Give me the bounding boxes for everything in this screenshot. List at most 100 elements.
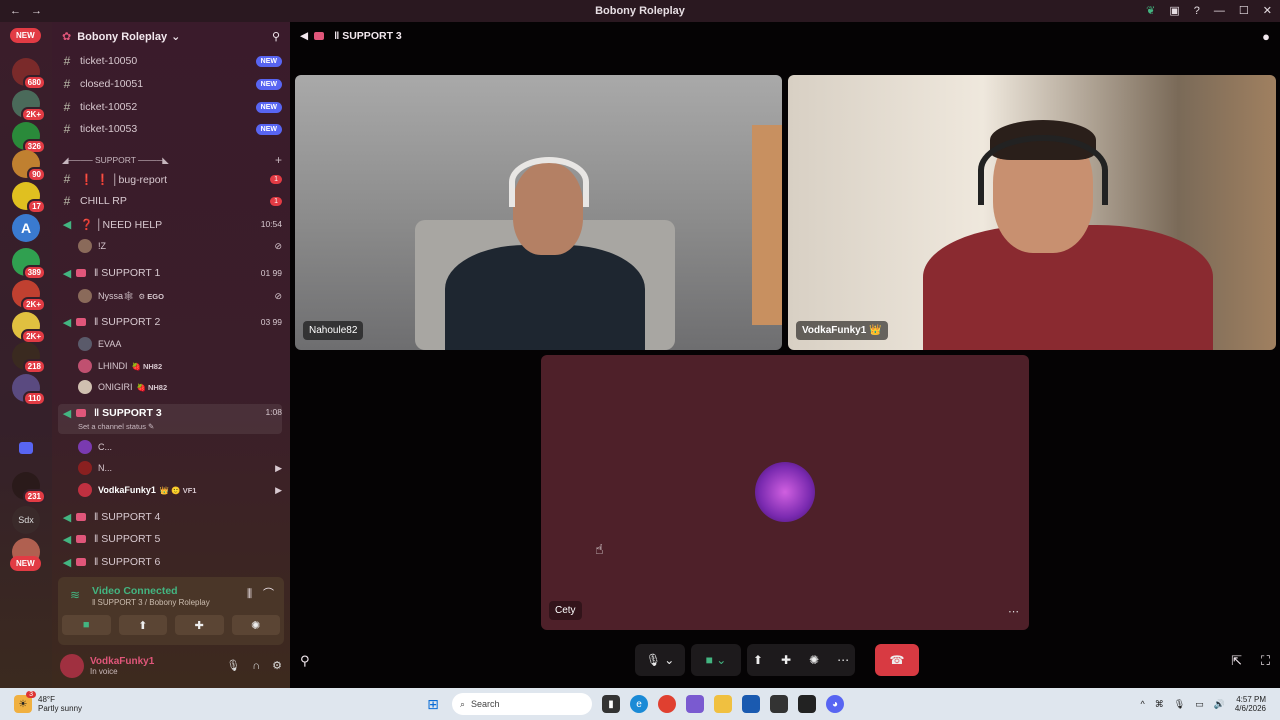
server-icon[interactable]: 2K+ [12, 312, 46, 344]
voice-member[interactable]: !Z ⊘ [78, 236, 282, 256]
server-icon[interactable]: 2K+ [12, 90, 46, 122]
add-channel-icon[interactable]: + [275, 153, 282, 167]
voice-member[interactable]: ONIGIRI 🍓 NH82 [78, 377, 282, 397]
server-icon[interactable]: 326 [12, 122, 46, 154]
activities-button[interactable]: ✚ [175, 615, 224, 635]
inbox-icon[interactable]: ▣ [1169, 5, 1179, 17]
copilot-icon[interactable] [686, 695, 704, 713]
voice-channel-need-help[interactable]: ◀ ❓ │NEED HELP 10:54 [58, 214, 282, 234]
minimize-icon[interactable]: — [1214, 5, 1225, 17]
voice-channel-support-1[interactable]: ◀ ‖ SUPPORT 1 01 99 [58, 263, 282, 283]
server-icon[interactable]: 17 [12, 182, 46, 214]
voice-member[interactable]: LHINDI 🍓 NH82 [78, 356, 282, 376]
mute-button[interactable]: 🎙 ⌄ [635, 644, 685, 676]
channel-ticket-10050[interactable]: # ticket-10050 NEW [58, 51, 282, 71]
more-icon[interactable]: ⋯ [837, 653, 849, 667]
chrome-icon[interactable] [658, 695, 676, 713]
channel-closed-10051[interactable]: # closed-10051 NEW [58, 74, 282, 94]
server-icon[interactable]: A [12, 214, 40, 242]
server-icon-sdx[interactable]: Sdx [12, 506, 40, 534]
help-icon[interactable]: ? [1194, 5, 1200, 17]
server-icon[interactable]: 2K+ [12, 280, 46, 312]
weather-widget[interactable]: ☀ 3 48°F Partly sunny [14, 691, 174, 713]
app-icon[interactable] [798, 695, 816, 713]
server-icon[interactable]: 231 [12, 472, 46, 504]
clock[interactable]: 4:57 PM 4/6/2026 [1235, 695, 1266, 713]
channel-emoji-icon [76, 409, 86, 417]
folder-icon[interactable] [19, 442, 33, 454]
camera-toggle-button[interactable]: ■ ⌄ [691, 644, 741, 676]
disconnect-icon[interactable]: ⌒ [263, 589, 274, 600]
fullscreen-icon[interactable]: ⛶ [1261, 654, 1270, 667]
weather-temp: 48°F [38, 695, 55, 704]
soundboard-icon[interactable]: ✺ [809, 653, 819, 667]
voice-member[interactable]: C... [78, 437, 282, 457]
invite-icon[interactable]: ⚲ [300, 654, 310, 667]
server-icon[interactable]: 218 [12, 342, 46, 374]
volume-icon[interactable]: 🔊 [1214, 699, 1225, 710]
weather-desc: Partly sunny [38, 704, 83, 713]
chat-icon[interactable]: ● [1262, 30, 1270, 43]
user-info[interactable]: VodkaFunky1 In voice [84, 656, 154, 676]
screen-share-button[interactable]: ⬆ [118, 615, 167, 635]
windows-start-icon[interactable]: ⊞ [424, 695, 442, 713]
voice-status: Video Connected [92, 585, 178, 597]
app-icon[interactable] [770, 695, 788, 713]
channel-chill-rp[interactable]: # CHILL RP 1 [58, 191, 282, 211]
avatar [78, 380, 92, 394]
display-icon[interactable]: ▭ [1195, 699, 1204, 710]
server-icon[interactable]: 90 [12, 150, 46, 182]
signal-icon[interactable]: ≋ [70, 589, 80, 601]
voice-member[interactable]: EVAA [78, 334, 282, 354]
discord-icon[interactable]: ◕ [826, 695, 844, 713]
microphone-icon[interactable]: 🎙 [226, 660, 240, 672]
maximize-icon[interactable]: ☐ [1239, 5, 1249, 17]
voice-member[interactable]: Nyssa🕸 ⚙ EGO ⊘ [78, 286, 282, 306]
popout-icon[interactable]: ⇱ [1231, 654, 1242, 667]
channel-ticket-10053[interactable]: # ticket-10053 NEW [58, 119, 282, 139]
camera-button[interactable]: ■ [62, 615, 111, 635]
headphones-icon[interactable]: ∩ [252, 660, 260, 672]
speaker-icon: ◀ [62, 511, 72, 524]
server-icon[interactable]: 110 [12, 374, 46, 406]
voice-channel-support-4[interactable]: ◀ ‖ SUPPORT 4 [58, 507, 282, 527]
new-unreads-pill-bottom[interactable]: NEW [10, 556, 41, 571]
voice-channel-support-2[interactable]: ◀ ‖ SUPPORT 2 03 99 [58, 312, 282, 332]
avatar[interactable] [60, 654, 84, 678]
participant-name: VodkaFunky1 👑 [796, 321, 888, 340]
voice-member[interactable]: N... ▶ [78, 458, 282, 478]
video-tile-vodkafunky1[interactable]: VodkaFunky1 👑 [788, 75, 1276, 350]
edge-icon[interactable]: e [630, 695, 648, 713]
noise-suppression-icon[interactable]: ⫼ [247, 589, 252, 600]
voice-channel-support-5[interactable]: ◀ ‖ SUPPORT 5 [58, 529, 282, 549]
soundboard-button[interactable]: ✺ [231, 615, 280, 635]
screen-share-icon[interactable]: ⬆ [753, 653, 763, 667]
store-icon[interactable] [742, 695, 760, 713]
taskbar-search[interactable]: ⌕ Search [452, 693, 592, 715]
microphone-icon[interactable]: 🎙 [1174, 699, 1185, 710]
add-member-icon[interactable]: ⚲ [272, 31, 280, 43]
chevron-up-icon[interactable]: ^ [1140, 699, 1144, 709]
close-icon[interactable]: ✕ [1263, 5, 1272, 17]
more-options-icon[interactable]: ⋯ [1008, 607, 1019, 618]
hang-up-button[interactable]: ☎ [875, 644, 919, 676]
leaf-icon[interactable]: ❦ [1146, 5, 1155, 17]
server-header[interactable]: ✿ Bobony Roleplay ⌄ ⚲ [52, 22, 290, 52]
activities-icon[interactable]: ✚ [781, 653, 791, 667]
voice-location[interactable]: ‖ SUPPORT 3 / Bobony Roleplay [92, 598, 210, 607]
network-icon[interactable]: ⌘ [1155, 699, 1164, 710]
file-explorer-icon[interactable] [714, 695, 732, 713]
channel-ticket-10052[interactable]: # ticket-10052 NEW [58, 97, 282, 117]
video-tile-nahoule82[interactable]: Nahoule82 [295, 75, 782, 350]
channel-bug-report[interactable]: # ❗ ❗ │bug-report 1 [58, 169, 282, 189]
server-icon[interactable]: 389 [12, 248, 46, 280]
channel-status-prompt[interactable]: Set a channel status ✎ [78, 422, 154, 431]
voice-channel-support-6[interactable]: ◀ ‖ SUPPORT 6 [58, 552, 282, 572]
new-unreads-pill[interactable]: NEW [10, 28, 41, 43]
server-icon[interactable]: 680 [12, 58, 46, 90]
voice-member[interactable]: VodkaFunky1 👑 🙂 VF1 ▶ [78, 480, 282, 500]
video-tile-cety[interactable]: Cety ⋯ [541, 355, 1029, 630]
gear-icon[interactable]: ⚙ [272, 660, 282, 672]
task-view-icon[interactable]: ▮ [602, 695, 620, 713]
category-support[interactable]: ◢──── SUPPORT ────◣ + [62, 152, 282, 168]
